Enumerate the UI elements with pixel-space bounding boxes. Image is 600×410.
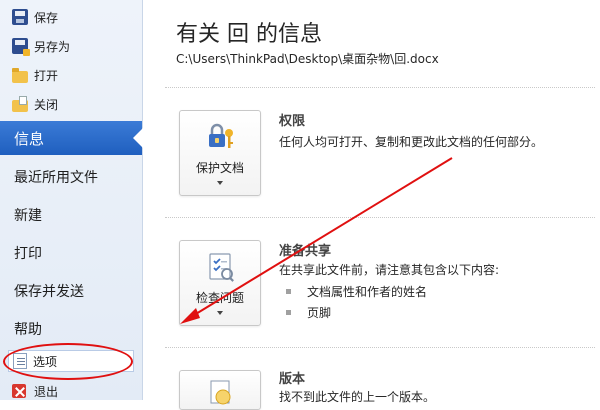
close-command[interactable]: 关闭 — [12, 94, 137, 114]
list-item: 页脚 — [286, 304, 331, 321]
prepare-sharing-description: 在共享此文件前，请注意其包含以下内容: — [279, 263, 500, 277]
permissions-title: 权限 — [279, 114, 306, 129]
open-command[interactable]: 打开 — [12, 65, 137, 85]
save-label: 保存 — [34, 10, 59, 25]
permissions-description: 任何人均可打开、复制和更改此文档的任何部分。 — [279, 135, 544, 149]
bullet-text: 页脚 — [307, 306, 332, 320]
protect-document-label: 保护文档 — [195, 161, 244, 175]
save-as-label: 另存为 — [34, 39, 71, 54]
tab-print[interactable]: 打印 — [0, 236, 142, 270]
versions-description: 找不到此文件的上一个版本。 — [279, 390, 436, 404]
options-button[interactable]: 选项 — [8, 350, 134, 372]
save-as-command[interactable]: 另存为 — [12, 36, 137, 56]
backstage-nav: 保存 另存为 打开 关闭 信息 最近所用文件 新建 打印 保存并发送 帮助 选项… — [0, 0, 143, 400]
list-item: 文档属性和作者的姓名 — [286, 283, 427, 300]
divider — [165, 217, 595, 218]
folder-close-icon — [12, 96, 28, 112]
checklist-icon — [209, 253, 234, 282]
chevron-down-icon — [217, 311, 223, 315]
open-label: 打开 — [34, 68, 59, 83]
save-command[interactable]: 保存 — [12, 7, 137, 27]
close-label: 关闭 — [34, 97, 59, 112]
tab-recent[interactable]: 最近所用文件 — [0, 160, 142, 194]
info-pane: 有关 回 的信息 C:\Users\ThinkPad\Desktop\桌面杂物\… — [143, 0, 600, 410]
protect-document-button[interactable]: 保护文档 — [179, 110, 261, 196]
divider — [165, 87, 595, 88]
version-history-icon — [210, 380, 231, 405]
tab-save-send[interactable]: 保存并发送 — [0, 274, 142, 308]
bullet-text: 文档属性和作者的姓名 — [307, 285, 428, 299]
exit-button[interactable]: 退出 — [12, 382, 58, 400]
tab-save-send-label: 保存并发送 — [14, 284, 84, 300]
check-issues-button[interactable]: 检查问题 — [179, 240, 261, 326]
lock-key-icon — [209, 123, 233, 148]
tab-new-label: 新建 — [14, 208, 42, 224]
bullet-icon — [286, 310, 291, 315]
versions-title: 版本 — [279, 372, 306, 387]
save-as-icon — [12, 38, 30, 56]
page-title: 有关 回 的信息 — [176, 22, 322, 47]
tab-new[interactable]: 新建 — [0, 198, 142, 232]
bullet-icon — [286, 289, 291, 294]
check-issues-label: 检查问题 — [195, 291, 244, 305]
options-label: 选项 — [33, 354, 58, 369]
exit-icon — [12, 384, 26, 398]
tab-recent-label: 最近所用文件 — [14, 170, 98, 186]
exit-label: 退出 — [34, 384, 59, 399]
folder-open-icon — [12, 68, 28, 83]
save-icon — [12, 9, 28, 25]
options-icon — [13, 353, 27, 369]
tab-help-label: 帮助 — [14, 322, 42, 338]
divider — [165, 347, 595, 348]
tab-help[interactable]: 帮助 — [0, 312, 142, 346]
tab-info-label: 信息 — [14, 129, 45, 148]
manage-versions-button[interactable] — [179, 370, 261, 410]
tab-info[interactable]: 信息 — [0, 121, 143, 155]
prepare-sharing-title: 准备共享 — [279, 244, 332, 259]
chevron-down-icon — [217, 181, 223, 185]
tab-print-label: 打印 — [14, 246, 42, 262]
file-path: C:\Users\ThinkPad\Desktop\桌面杂物\回.docx — [176, 52, 439, 66]
